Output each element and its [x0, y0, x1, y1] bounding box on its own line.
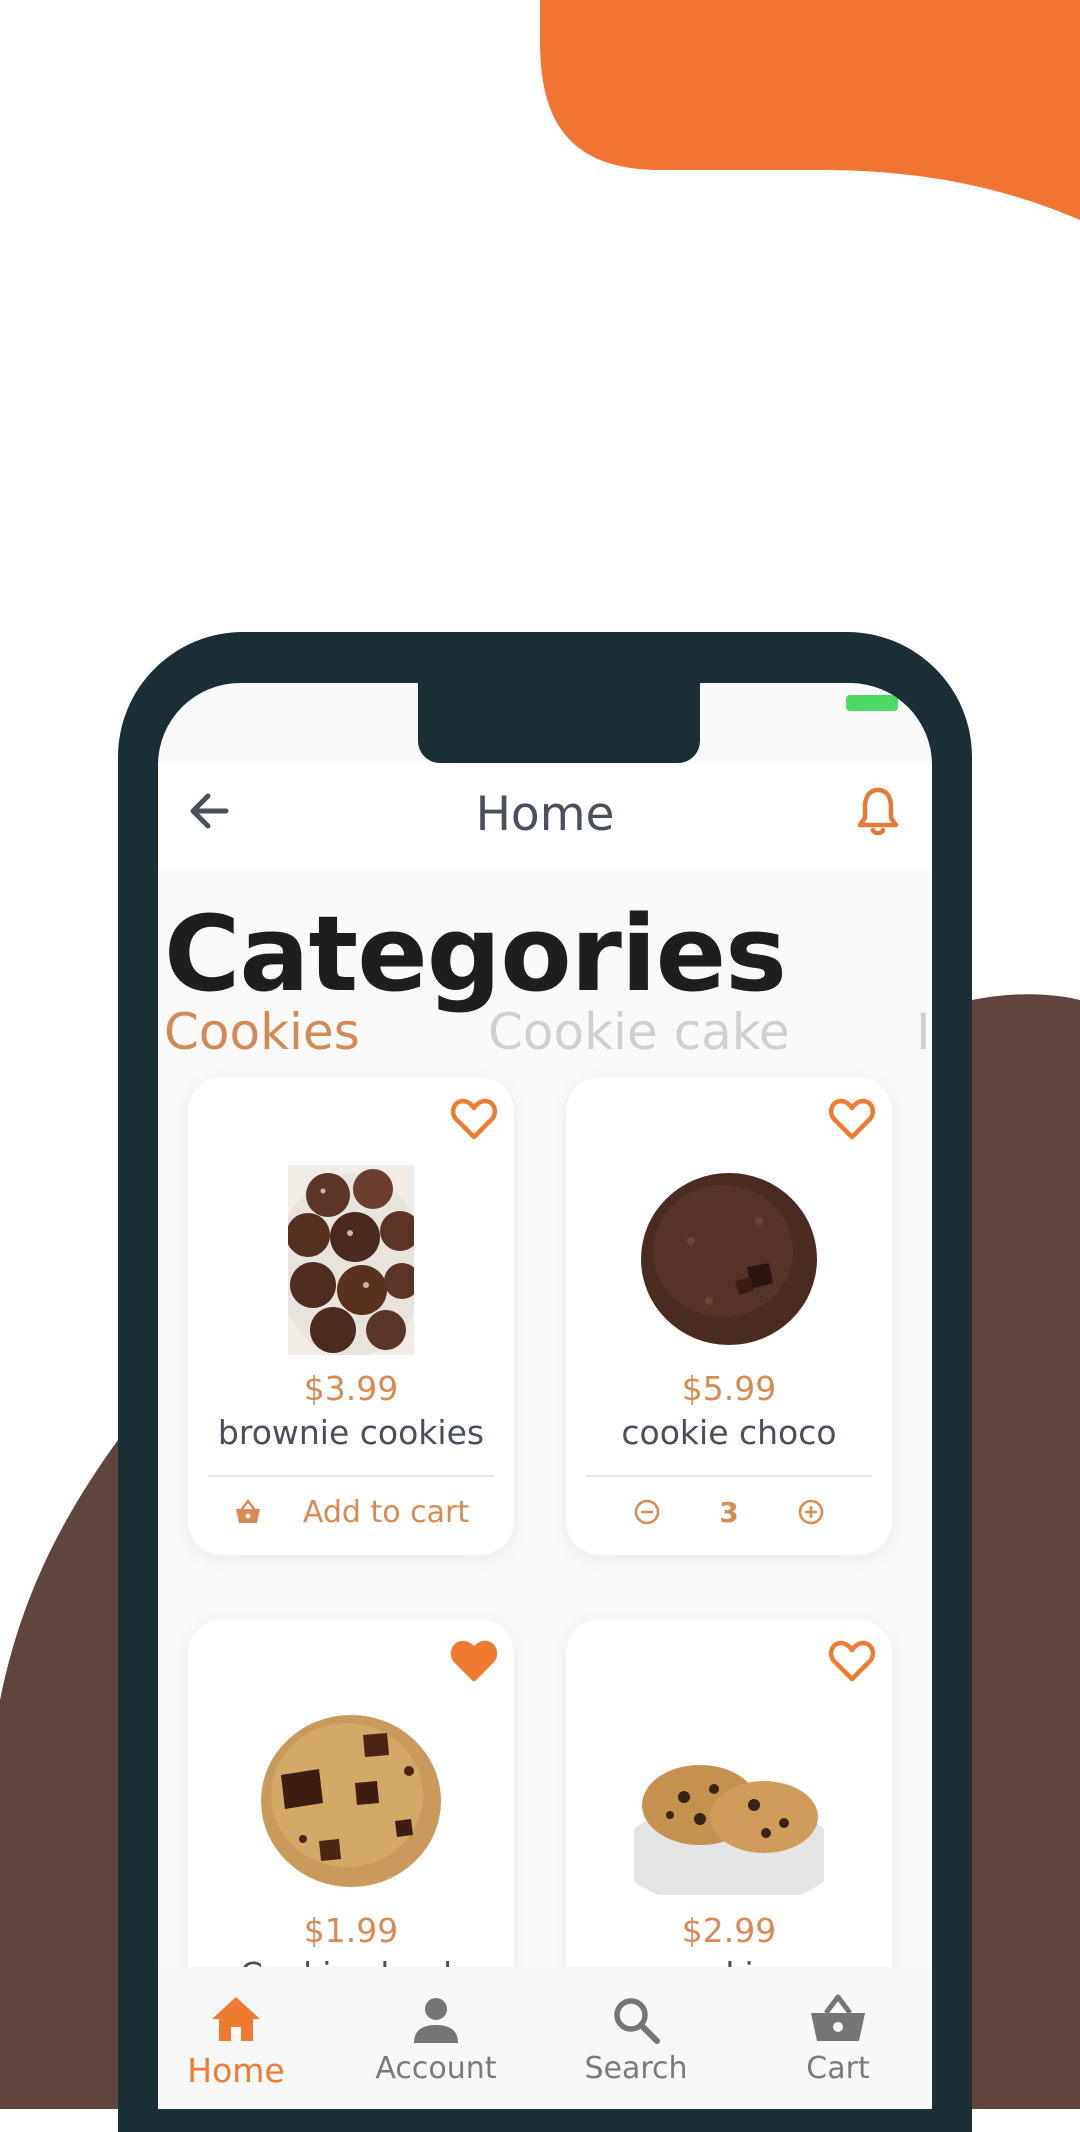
product-name: brownie cookies — [217, 1413, 485, 1452]
favorite-button[interactable] — [448, 1635, 500, 1687]
product-price: $5.99 — [681, 1369, 777, 1408]
add-to-cart-label: Add to cart — [302, 1494, 470, 1530]
nav-cart[interactable]: Cart — [758, 1989, 918, 2086]
product-card-brownie-cookies[interactable]: $3.99 brownie cookies Add to cart — [188, 1077, 514, 1555]
cookie-chunk-image — [261, 1715, 441, 1887]
tab-cookies[interactable]: Cookies — [164, 1003, 360, 1061]
categories-heading: Categories — [164, 893, 787, 1015]
nav-home[interactable]: Home — [158, 1989, 316, 2090]
home-icon — [212, 1997, 260, 2041]
phone-screen: Home Categories Cookies Cookie cake Ic — [158, 683, 932, 2109]
page-title: Home — [475, 787, 615, 842]
divider — [208, 1475, 494, 1477]
favorite-button[interactable] — [448, 1093, 500, 1145]
heart-filled-icon — [450, 1640, 498, 1682]
divider — [586, 1475, 872, 1477]
nav-search[interactable]: Search — [556, 1989, 716, 2086]
product-card-cookie-choco[interactable]: $5.99 cookie choco 3 — [566, 1077, 892, 1555]
nav-search-label: Search — [584, 2051, 688, 2086]
cookie-choco-image — [641, 1173, 817, 1345]
bottom-navigation: Home Account Search Cart — [158, 1967, 932, 2109]
quantity-value: 3 — [719, 1495, 739, 1529]
cookies-plate-image — [634, 1705, 824, 1895]
minus-circle-icon[interactable] — [633, 1498, 661, 1526]
brownie-cookies-image — [288, 1165, 414, 1355]
tab-next-category[interactable]: Ic — [916, 1003, 932, 1061]
product-price: $1.99 — [303, 1911, 399, 1950]
favorite-button[interactable] — [826, 1093, 878, 1145]
search-icon — [614, 1998, 660, 2044]
quantity-stepper: 3 — [566, 1487, 892, 1537]
battery-indicator — [846, 695, 898, 711]
heart-outline-icon — [828, 1640, 876, 1682]
basket-icon — [811, 1994, 865, 2041]
product-price: $3.99 — [303, 1369, 399, 1408]
plus-circle-icon[interactable] — [797, 1498, 825, 1526]
basket-icon — [235, 1498, 260, 1523]
nav-account[interactable]: Account — [356, 1989, 516, 2086]
tab-cookie-cake[interactable]: Cookie cake — [488, 1003, 790, 1061]
heart-outline-icon — [450, 1098, 498, 1140]
person-icon — [414, 1998, 458, 2043]
app-bar: Home — [158, 763, 932, 869]
notifications-button[interactable] — [848, 781, 908, 841]
phone-notch — [418, 683, 700, 763]
category-tabs: Cookies Cookie cake Ic — [164, 1003, 932, 1067]
nav-account-label: Account — [375, 2051, 497, 2086]
nav-home-label: Home — [187, 2051, 285, 2090]
heart-outline-icon — [828, 1098, 876, 1140]
product-name: cookie choco — [621, 1413, 837, 1452]
favorite-button[interactable] — [826, 1635, 878, 1687]
nav-cart-label: Cart — [806, 2051, 870, 2086]
product-price: $2.99 — [681, 1911, 777, 1950]
add-to-cart-button[interactable]: Add to cart — [188, 1487, 514, 1537]
bell-icon — [857, 787, 899, 836]
